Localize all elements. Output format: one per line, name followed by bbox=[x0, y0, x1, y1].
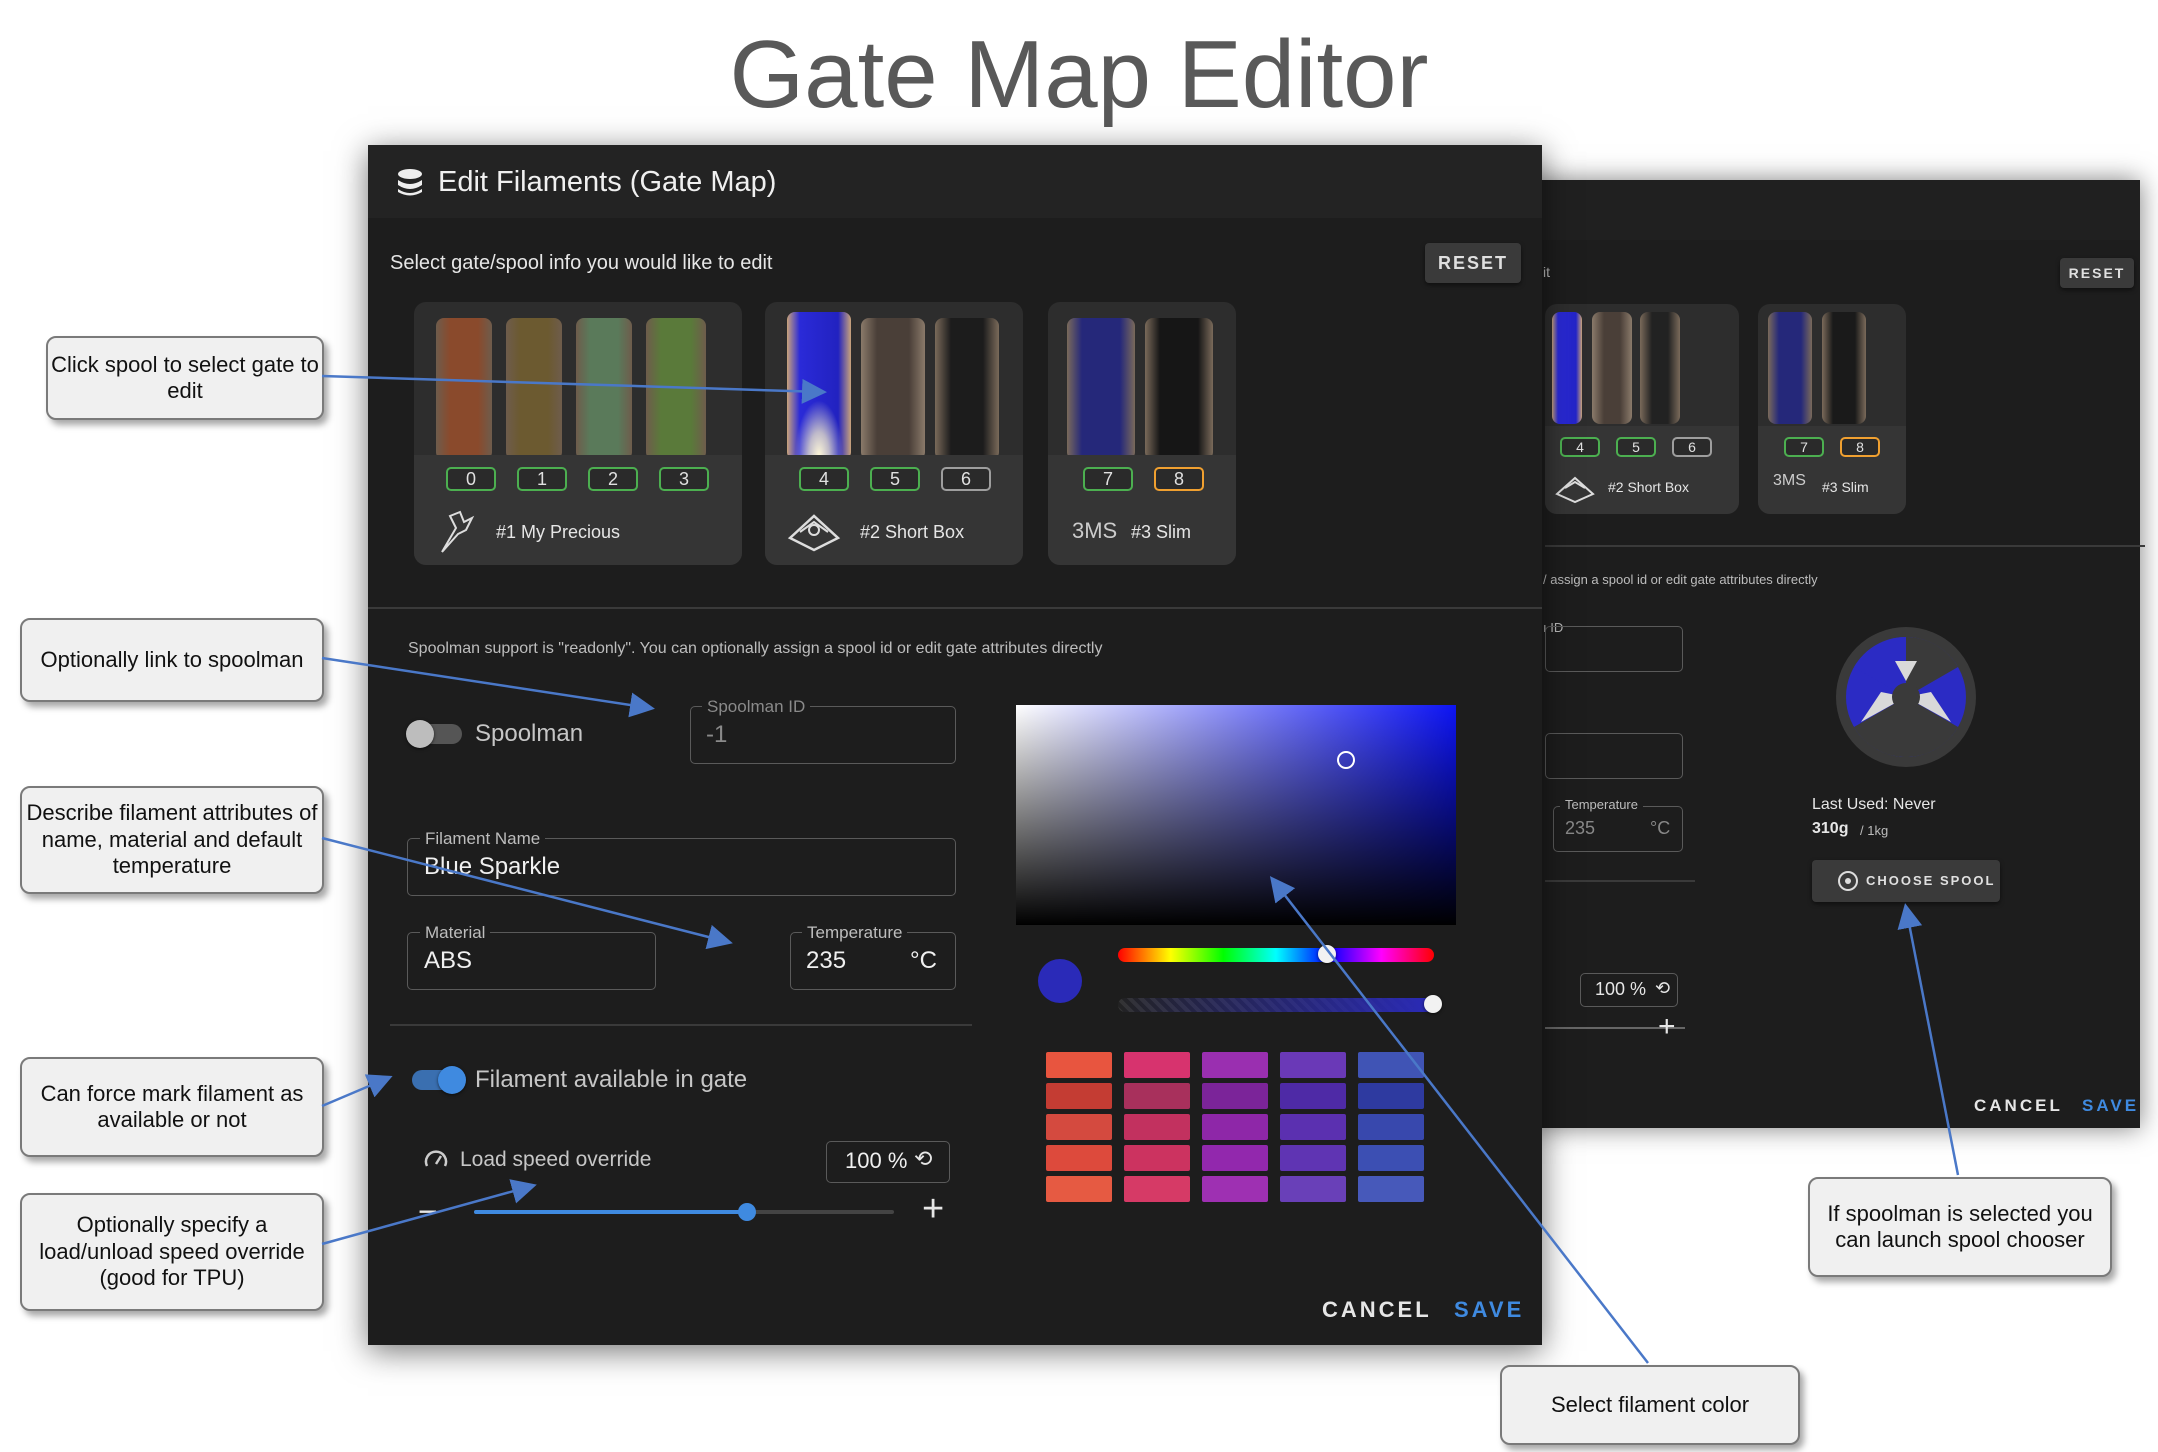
arrow-spool-chooser bbox=[1897, 903, 1960, 1176]
arrow-speed bbox=[321, 1179, 537, 1246]
arrow-force-mark bbox=[321, 1074, 393, 1108]
arrow-color bbox=[1269, 876, 1649, 1364]
arrow-spoolman bbox=[321, 656, 655, 718]
arrow-select-gate bbox=[321, 374, 827, 404]
callout-arrows bbox=[321, 374, 1960, 1364]
arrow-attributes bbox=[321, 836, 733, 950]
